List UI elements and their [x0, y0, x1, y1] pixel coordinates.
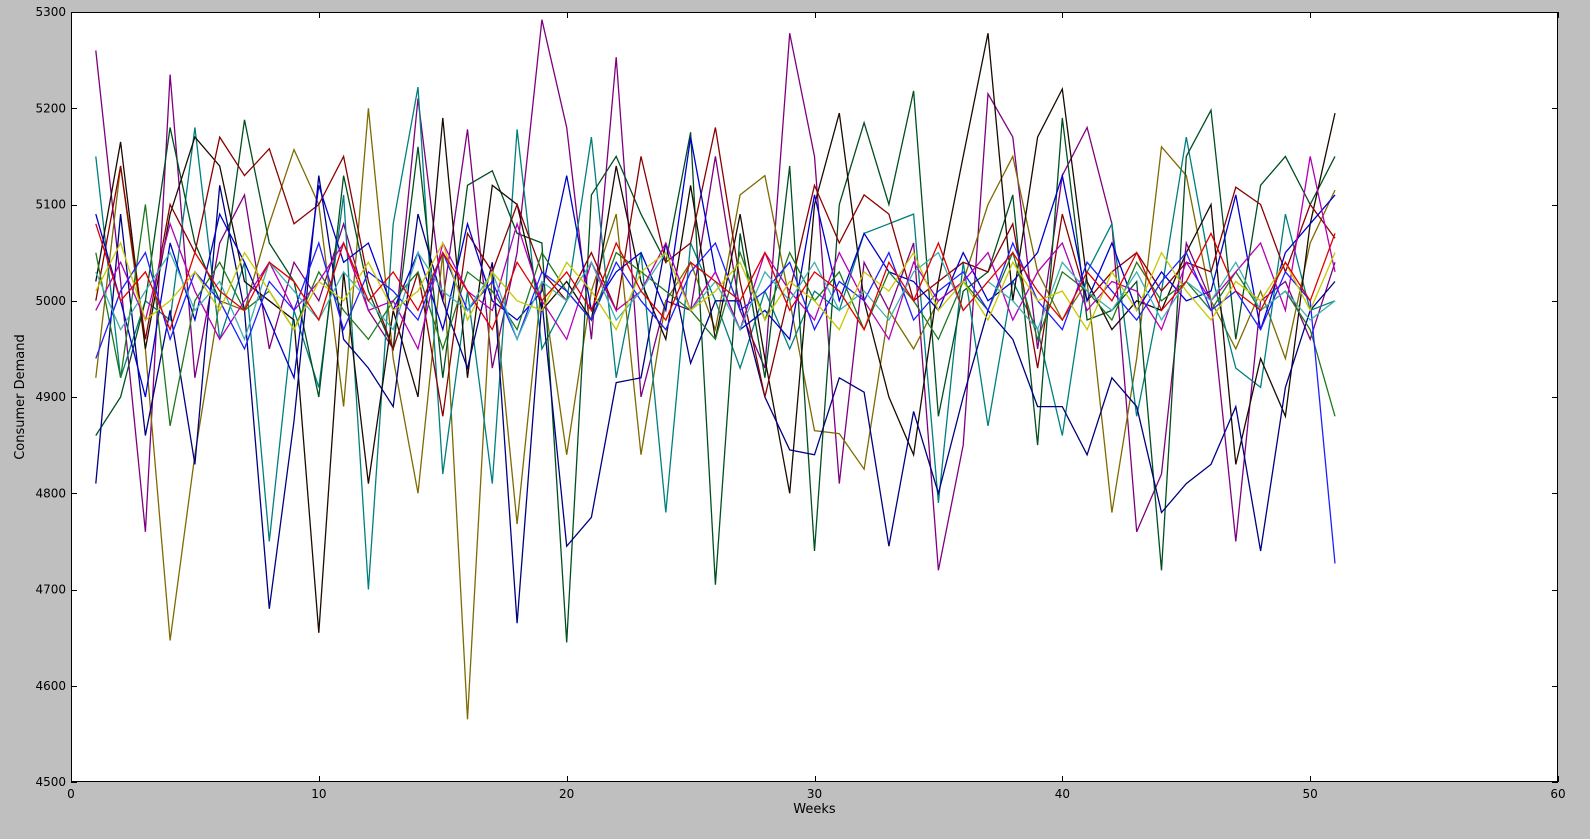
y-tick-label: 5200 — [35, 101, 66, 115]
chart-container: 0 10 20 30 40 50 60 4500 4600 4700 4800 4900 5000 510… — [0, 0, 1590, 835]
x-tick-label: 10 — [311, 787, 326, 801]
y-tick-label: 5000 — [35, 294, 66, 308]
y-tick-label: 4700 — [35, 583, 66, 597]
y-tick-label: 4900 — [35, 390, 66, 404]
x-axis-label: Weeks — [793, 802, 836, 817]
line-chart: 0 10 20 30 40 50 60 4500 4600 4700 4800 4900 5000 510… — [13, 5, 1566, 817]
x-tick-label: 60 — [1550, 787, 1565, 801]
x-tick-label: 40 — [1055, 787, 1070, 801]
y-tick-label: 5300 — [35, 5, 66, 19]
y-tick-label: 4600 — [35, 679, 66, 693]
x-tick-label: 50 — [1303, 787, 1318, 801]
x-tick-label: 20 — [559, 787, 574, 801]
x-tick-label: 0 — [67, 787, 75, 801]
plot-area — [71, 12, 1558, 782]
y-tick-label: 4500 — [35, 775, 66, 789]
y-tick-label: 5100 — [35, 198, 66, 212]
x-tick-label: 30 — [807, 787, 822, 801]
y-tick-label: 4800 — [35, 486, 66, 500]
y-axis-label: Consumer Demand — [13, 334, 28, 460]
